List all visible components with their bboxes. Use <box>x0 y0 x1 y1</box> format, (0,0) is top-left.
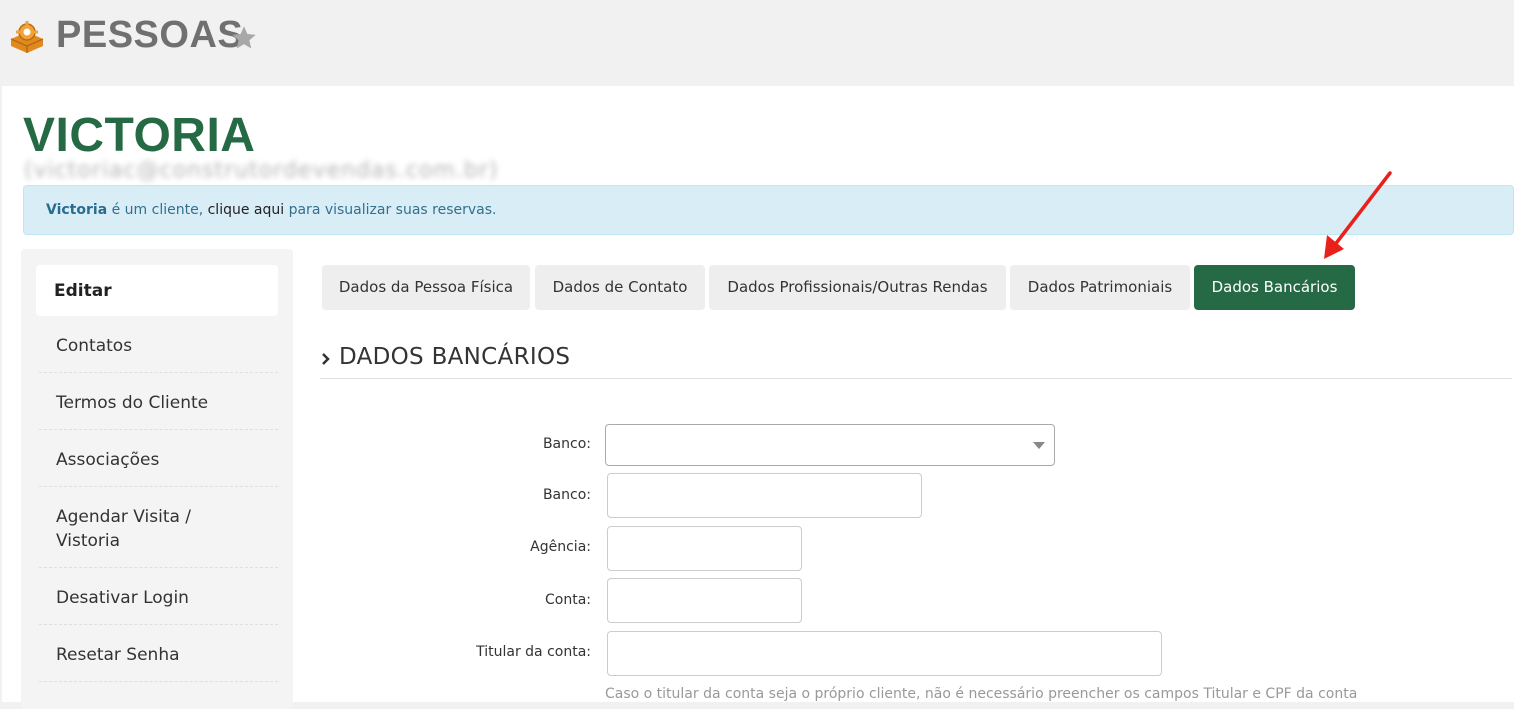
sidebar-item-label: Vistoria <box>56 531 121 551</box>
titular-help-text: Caso o titular da conta seja o próprio c… <box>605 686 1358 702</box>
alert-click-here-link[interactable]: clique aqui <box>208 202 285 218</box>
sidebar-item-associacoes[interactable]: Associações <box>39 448 278 487</box>
conta-input[interactable] <box>607 578 802 623</box>
sidebar-item-desativar-login[interactable]: Desativar Login <box>39 586 278 625</box>
titular-input[interactable] <box>607 631 1162 676</box>
tab-dados-profissionais[interactable]: Dados Profissionais/Outras Rendas <box>709 265 1006 310</box>
sidebar-item-label: Agendar Visita / <box>56 507 192 527</box>
tab-dados-contato[interactable]: Dados de Contato <box>535 265 705 310</box>
annotation-arrow-icon <box>1324 171 1392 259</box>
agencia-label: Agência: <box>530 539 591 555</box>
conta-label: Conta: <box>545 592 591 608</box>
gear-box-logo <box>10 21 44 53</box>
sidebar-item-agendar-visita[interactable]: Agendar Visita / Vistoria <box>39 505 278 568</box>
tab-dados-patrimoniais[interactable]: Dados Patrimoniais <box>1010 265 1190 310</box>
alert-client-name[interactable]: Victoria <box>46 202 107 218</box>
section-header: DADOS BANCÁRIOS <box>320 341 1512 379</box>
page-title: PESSOAS <box>56 14 244 56</box>
section-title: DADOS BANCÁRIOS <box>339 344 571 370</box>
alert-text: é um cliente, <box>107 202 208 218</box>
agencia-input[interactable] <box>607 526 802 571</box>
banco-select[interactable] <box>605 424 1055 466</box>
star-icon[interactable] <box>230 24 258 52</box>
page-header: PESSOAS <box>0 0 1514 86</box>
titular-label: Titular da conta: <box>476 644 591 660</box>
client-info-alert: Victoria é um cliente, clique aqui para … <box>23 185 1514 235</box>
person-name: VICTORIA <box>23 109 256 162</box>
tab-dados-pessoa-fisica[interactable]: Dados da Pessoa Física <box>322 265 530 310</box>
sidebar-item-contatos[interactable]: Contatos <box>39 334 278 373</box>
alert-reservations-link[interactable]: para visualizar suas reservas. <box>284 202 497 218</box>
sidebar: Editar Contatos Termos do Cliente Associ… <box>21 249 293 709</box>
banco-select-label: Banco: <box>542 436 591 452</box>
tab-dados-bancarios[interactable]: Dados Bancários <box>1194 265 1355 310</box>
sidebar-item-editar[interactable]: Editar <box>36 265 278 316</box>
chevron-right-icon <box>322 353 330 365</box>
chevron-down-icon <box>1033 442 1045 449</box>
sidebar-item-termos[interactable]: Termos do Cliente <box>39 391 278 430</box>
banco-input[interactable] <box>607 473 922 518</box>
sidebar-item-resetar-senha[interactable]: Resetar Senha <box>39 643 278 682</box>
banco-label: Banco: <box>542 487 591 503</box>
person-email: (victoriac@construtordevendas.com.br) <box>24 158 499 183</box>
